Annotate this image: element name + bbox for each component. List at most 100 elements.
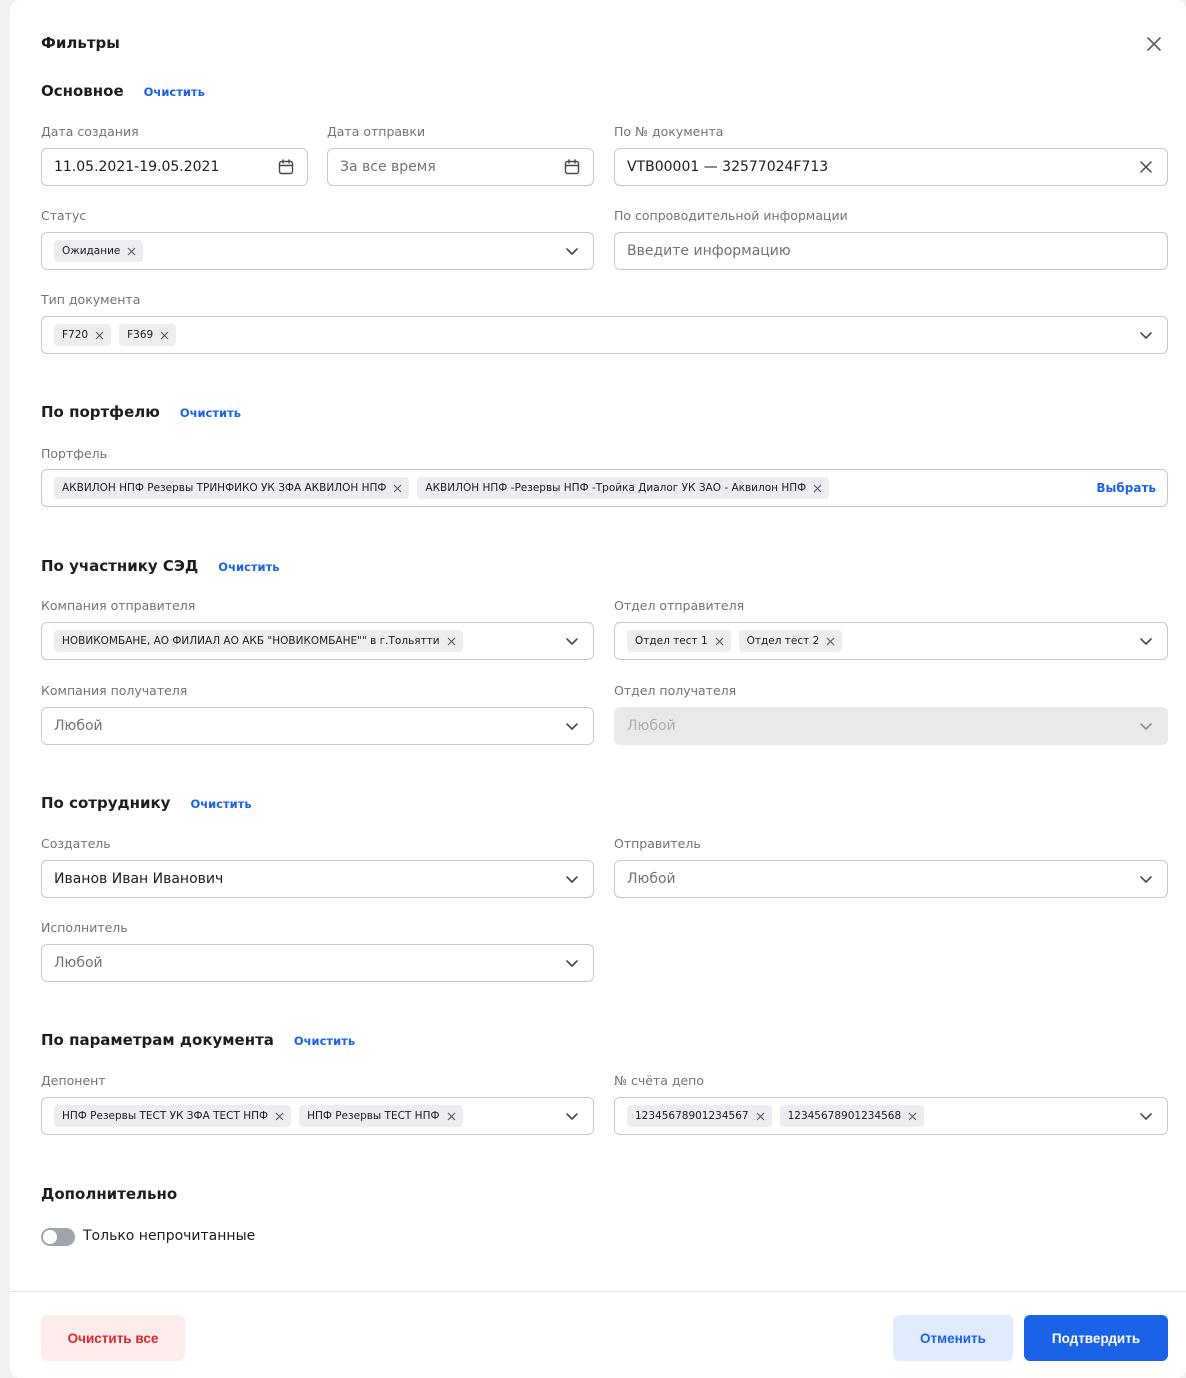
remove-chip-icon[interactable] [714,636,725,647]
chevron-down-icon[interactable] [563,632,581,650]
chevron-down-icon[interactable] [563,1107,581,1125]
creator-select[interactable]: Иванов Иван Иванович [41,860,594,898]
calendar-icon[interactable] [277,158,295,176]
sent-date-placeholder: За все время [340,159,436,175]
confirm-button[interactable]: Подтвердить [1024,1315,1168,1361]
status-select[interactable]: Ожидание [41,232,594,270]
section-portfolio: По портфелю Очистить [41,403,241,421]
depo-chip[interactable]: 12345678901234567 [627,1105,772,1127]
remove-chip-icon[interactable] [812,483,823,494]
chevron-down-icon[interactable] [1137,1107,1155,1125]
recipient-dept-select: Любой [614,707,1168,745]
select-portfolio-link[interactable]: Выбрать [1096,481,1156,495]
status-label: Статус [41,208,87,223]
remove-chip-icon[interactable] [274,1111,285,1122]
sender-dept-label: Отдел отправителя [614,598,745,613]
remove-chip-icon[interactable] [825,636,836,647]
cancel-button[interactable]: Отменить [893,1315,1013,1361]
chevron-down-icon[interactable] [1137,632,1155,650]
portfolio-label: Портфель [41,446,107,461]
chevron-down-icon[interactable] [1137,326,1155,344]
sent-date-field[interactable]: За все время [327,148,594,186]
unread-label: Только непрочитанные [83,1228,256,1244]
recipient-company-label: Компания получателя [41,683,188,698]
executor-select[interactable]: Любой [41,944,594,982]
deponent-chip[interactable]: НПФ Резервы ТЕСТ НПФ [299,1105,463,1127]
doctype-chip[interactable]: F369 [119,324,177,346]
executor-placeholder: Любой [54,955,103,971]
modal-title: Фильтры [41,34,120,52]
sender-company-chip[interactable]: НОВИКОМБАНЕ, АО ФИЛИАЛ АО АКБ "НОВИКОМБА… [54,630,463,652]
remove-chip-icon[interactable] [392,483,403,494]
docnum-label: По № документа [614,124,724,139]
portfolio-chip[interactable]: АКВИЛОН НПФ Резервы ТРИНФИКО УК ЗФА АКВИ… [54,477,410,499]
remove-chip-icon[interactable] [94,330,105,341]
deponent-select[interactable]: НПФ Резервы ТЕСТ УК ЗФА ТЕСТ НПФ НПФ Рез… [41,1097,594,1135]
recipient-company-select[interactable]: Любой [41,707,594,745]
depo-label: № счёта депо [614,1073,704,1088]
remove-chip-icon[interactable] [755,1111,766,1122]
sender-dept-select[interactable]: Отдел тест 1 Отдел тест 2 [614,622,1168,660]
section-extra: Дополнительно [41,1185,177,1203]
section-main: Основное Очистить [41,82,205,100]
deponent-chip[interactable]: НПФ Резервы ТЕСТ УК ЗФА ТЕСТ НПФ [54,1105,292,1127]
docnum-value: VTB00001 — 32577024F713 [627,159,829,175]
remove-chip-icon[interactable] [907,1111,918,1122]
clear-icon[interactable] [1137,158,1155,176]
recipient-dept-placeholder: Любой [627,718,676,734]
created-date-label: Дата создания [41,124,139,139]
sender-dept-chip[interactable]: Отдел тест 1 [627,630,731,652]
portfolio-chip[interactable]: АКВИЛОН НПФ -Резервы НПФ -Тройка Диалог … [417,477,830,499]
remove-chip-icon[interactable] [159,330,170,341]
clear-sed-link[interactable]: Очистить [218,560,279,574]
remove-chip-icon[interactable] [446,1111,457,1122]
calendar-icon[interactable] [563,158,581,176]
info-input[interactable]: Введите информацию [614,232,1168,270]
depo-select[interactable]: 12345678901234567 12345678901234568 [614,1097,1168,1135]
chevron-down-icon[interactable] [563,242,581,260]
section-title: По участнику СЭД [41,557,199,575]
info-label: По сопроводительной информации [614,208,848,223]
chevron-down-icon[interactable] [1137,870,1155,888]
chevron-down-icon[interactable] [563,954,581,972]
sender-label: Отправитель [614,836,701,851]
depo-chip[interactable]: 12345678901234568 [779,1105,925,1127]
info-placeholder: Введите информацию [627,243,791,259]
footer-divider [10,1291,1186,1292]
creator-value: Иванов Иван Иванович [54,871,224,887]
recipient-dept-label: Отдел получателя [614,683,737,698]
portfolio-field[interactable]: АКВИЛОН НПФ Резервы ТРИНФИКО УК ЗФА АКВИ… [41,469,1168,507]
remove-chip-icon[interactable] [446,636,457,647]
status-chip[interactable]: Ожидание [54,240,144,262]
recipient-company-placeholder: Любой [54,718,103,734]
sender-company-select[interactable]: НОВИКОМБАНЕ, АО ФИЛИАЛ АО АКБ "НОВИКОМБА… [41,622,594,660]
unread-toggle[interactable] [41,1228,75,1246]
sender-select[interactable]: Любой [614,860,1168,898]
section-title: По сотруднику [41,794,171,812]
chevron-down-icon[interactable] [563,717,581,735]
clear-portfolio-link[interactable]: Очистить [180,406,241,420]
clear-all-button[interactable]: Очистить все [41,1315,185,1361]
chevron-down-icon[interactable] [563,870,581,888]
section-title: По параметрам документа [41,1031,274,1049]
doctype-chip[interactable]: F720 [54,324,112,346]
close-icon[interactable] [1144,34,1164,54]
doctype-select[interactable]: F720 F369 [41,316,1168,354]
remove-chip-icon[interactable] [126,246,137,257]
section-sed: По участнику СЭД Очистить [41,557,280,575]
executor-label: Исполнитель [41,920,128,935]
filters-modal: Фильтры Основное Очистить Дата создания … [10,0,1186,1378]
doctype-label: Тип документа [41,292,141,307]
section-title: По портфелю [41,403,160,421]
docnum-input[interactable]: VTB00001 — 32577024F713 [614,148,1168,186]
section-docparams: По параметрам документа Очистить [41,1031,355,1049]
sender-placeholder: Любой [627,871,676,887]
section-title: Дополнительно [41,1185,178,1203]
clear-main-link[interactable]: Очистить [144,85,205,99]
clear-employee-link[interactable]: Очистить [190,797,251,811]
sent-date-label: Дата отправки [327,124,426,139]
sender-dept-chip[interactable]: Отдел тест 2 [738,630,843,652]
section-employee: По сотруднику Очистить [41,794,252,812]
created-date-field[interactable]: 11.05.2021-19.05.2021 [41,148,308,186]
clear-docparams-link[interactable]: Очистить [294,1034,355,1048]
